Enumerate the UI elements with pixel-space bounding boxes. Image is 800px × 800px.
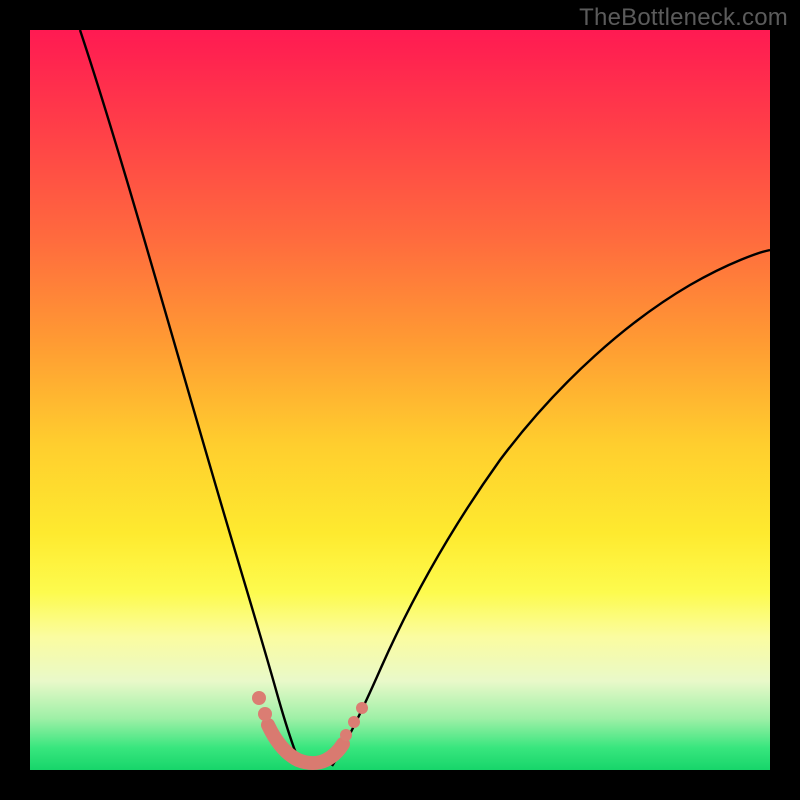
marker-dot-left-2 <box>258 707 272 721</box>
marker-dot-right-2 <box>348 716 360 728</box>
left-curve <box>80 30 303 766</box>
marker-dot-left-1 <box>252 691 266 705</box>
bottom-marker-bar <box>268 725 343 763</box>
chart-frame: TheBottleneck.com <box>0 0 800 800</box>
marker-dot-right-3 <box>356 702 368 714</box>
plot-area <box>30 30 770 770</box>
curve-layer <box>30 30 770 770</box>
right-curve <box>332 250 770 766</box>
watermark-text: TheBottleneck.com <box>579 4 788 32</box>
marker-dot-right-1 <box>340 729 352 741</box>
